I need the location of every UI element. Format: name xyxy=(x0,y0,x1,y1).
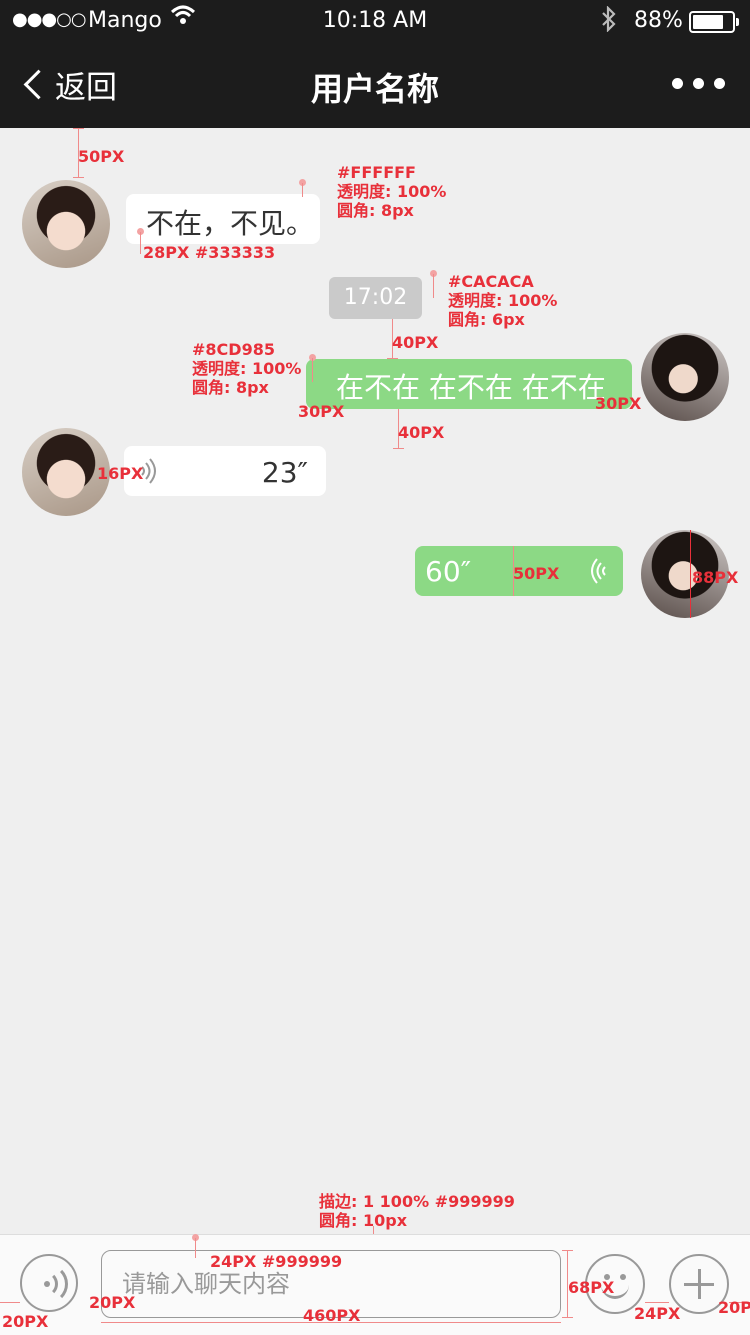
spacing-guide xyxy=(387,358,398,359)
spacing-guide xyxy=(73,177,84,178)
more-dot-icon xyxy=(693,78,704,89)
more-dot-icon xyxy=(714,78,725,89)
outgoing-message-bubble[interactable]: 在不在 在不在 在不在 xyxy=(306,359,632,409)
spec-padding-right: 30PX xyxy=(595,394,642,413)
voice-wave-icon xyxy=(587,557,611,592)
more-options-button[interactable] xyxy=(672,78,725,89)
spec-input-height: 68PX xyxy=(568,1278,615,1297)
spec-input-border: 描边: 1 100% #999999 圆角: 10px xyxy=(319,1192,515,1230)
spec-input-width: 460PX xyxy=(303,1306,361,1325)
spec-white-bubble: #FFFFFF 透明度: 100% 圆角: 8px xyxy=(337,163,447,220)
spec-gap-24: 24PX xyxy=(634,1304,681,1323)
user-avatar[interactable] xyxy=(641,333,729,421)
message-text: 不在，不见。 xyxy=(146,207,315,240)
voice-input-button[interactable] xyxy=(20,1254,78,1312)
spec-margin-left: 20PX xyxy=(2,1312,49,1331)
spec-leader xyxy=(433,274,434,298)
spec-leader xyxy=(140,232,141,254)
spacing-guide xyxy=(645,1302,669,1303)
battery-icon xyxy=(689,11,739,33)
spec-gap-40: 40PX xyxy=(398,423,445,442)
spec-text-style: 28PX #333333 xyxy=(143,243,276,262)
spacing-guide xyxy=(73,128,84,129)
spec-padding-left: 30PX xyxy=(298,402,345,421)
spec-leader xyxy=(302,183,303,197)
spec-green-bubble: #8CD985 透明度: 100% 圆角: 8px xyxy=(192,340,302,397)
spacing-guide xyxy=(393,448,404,449)
spec-margin-right: 20P xyxy=(718,1298,750,1317)
spec-height-50: 50PX xyxy=(513,564,560,583)
nav-bar: 返回 用户名称 xyxy=(0,40,750,128)
page-title: 用户名称 xyxy=(310,70,439,108)
bluetooth-icon xyxy=(600,5,618,38)
voice-duration: 60″ xyxy=(425,555,472,588)
spacing-guide xyxy=(690,530,691,618)
spec-gap-40: 40PX xyxy=(392,333,439,352)
message-text: 在不在 在不在 在不在 xyxy=(336,371,606,404)
more-dot-icon xyxy=(672,78,683,89)
contact-avatar[interactable] xyxy=(22,180,110,268)
spec-leader xyxy=(312,358,313,382)
message-timestamp: 17:02 xyxy=(329,277,422,319)
spacing-guide xyxy=(562,1250,573,1251)
spec-placeholder-style: 24PX #999999 xyxy=(210,1252,343,1271)
status-bar: ●●●○○ Mango 10:18 AM 88% xyxy=(0,0,750,40)
incoming-message-bubble[interactable]: 不在，不见。 xyxy=(126,194,320,244)
spec-avatar-size: 88PX xyxy=(692,568,739,587)
incoming-voice-bubble[interactable]: 23″ xyxy=(124,446,326,496)
spacing-guide xyxy=(562,1317,573,1318)
spec-padding-16: 16PX xyxy=(97,464,144,483)
spec-leader xyxy=(195,1238,196,1258)
spec-top-gap: 50PX xyxy=(78,147,125,166)
spec-gap-20: 20PX xyxy=(89,1293,136,1312)
spacing-guide xyxy=(0,1302,20,1303)
battery-percent: 88% xyxy=(634,8,683,33)
voice-duration: 23″ xyxy=(261,456,308,489)
spec-timestamp: #CACACA 透明度: 100% 圆角: 6px xyxy=(448,272,558,329)
